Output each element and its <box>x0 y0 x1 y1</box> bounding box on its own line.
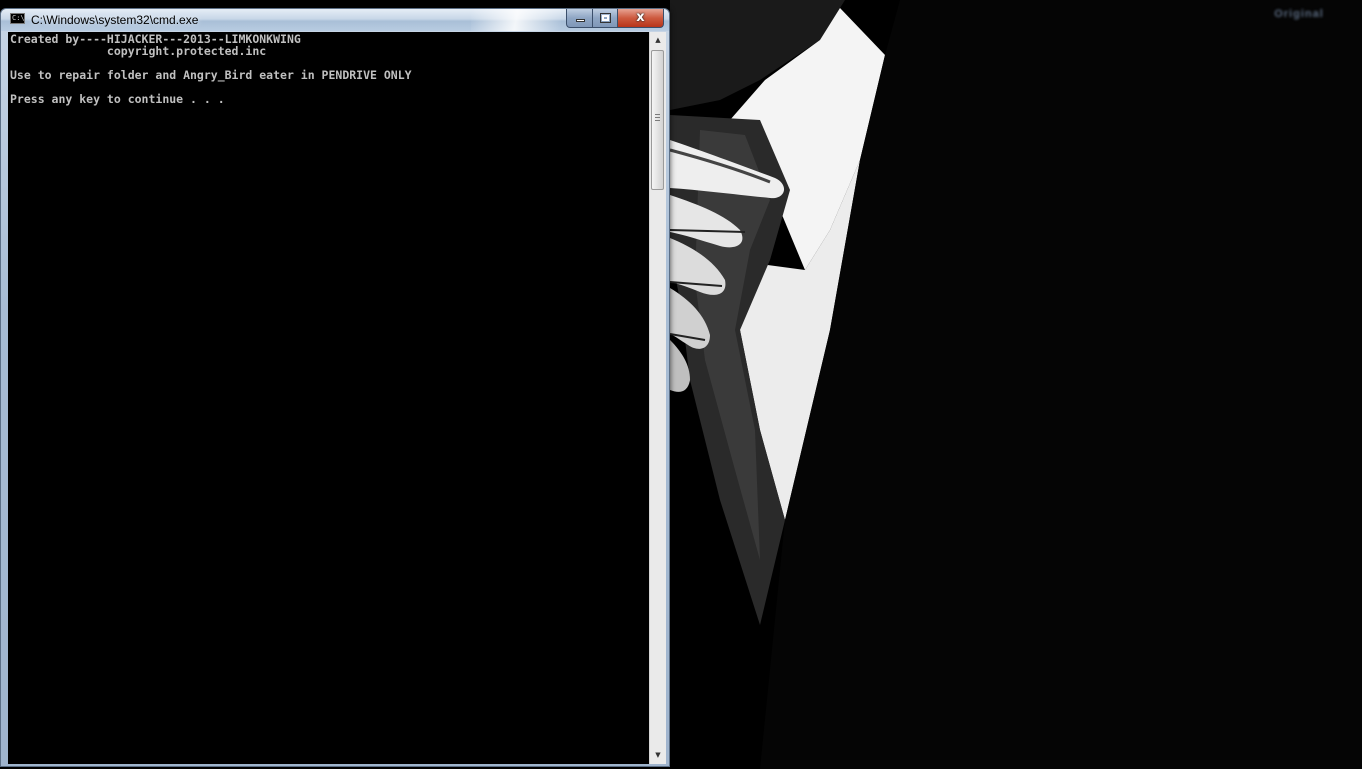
minimize-button[interactable] <box>566 9 593 28</box>
cmd-window[interactable]: C:\ C:\Windows\system32\cmd.exe x Create… <box>0 8 670 767</box>
console-line: Use to repair folder and Angry_Bird eate… <box>10 68 412 82</box>
restore-icon <box>600 13 611 23</box>
title-bar[interactable]: C:\ C:\Windows\system32\cmd.exe x <box>1 9 669 31</box>
wallpaper-watermark: Original <box>1274 8 1324 20</box>
scroll-thumb[interactable] <box>651 50 664 190</box>
window-title: C:\Windows\system32\cmd.exe <box>31 13 199 27</box>
console-text: Created by----HIJACKER---2013--LIMKONKWI… <box>10 33 412 105</box>
vertical-scrollbar[interactable]: ▲ ▼ <box>649 32 666 764</box>
console-line: Press any key to continue . . . <box>10 92 225 106</box>
scroll-down-arrow-icon[interactable]: ▼ <box>650 747 666 764</box>
maximize-button[interactable] <box>592 9 618 28</box>
minimize-icon <box>576 19 585 22</box>
scroll-up-arrow-icon[interactable]: ▲ <box>650 32 666 49</box>
console-output-area[interactable]: Created by----HIJACKER---2013--LIMKONKWI… <box>8 32 649 764</box>
title-bar-glow <box>471 9 561 31</box>
close-button[interactable]: x <box>617 9 664 28</box>
close-icon: x <box>636 10 645 25</box>
scroll-grip-icon <box>655 114 660 121</box>
console-app-icon[interactable]: C:\ <box>10 13 25 24</box>
console-line: copyright.protected.inc <box>10 44 267 58</box>
